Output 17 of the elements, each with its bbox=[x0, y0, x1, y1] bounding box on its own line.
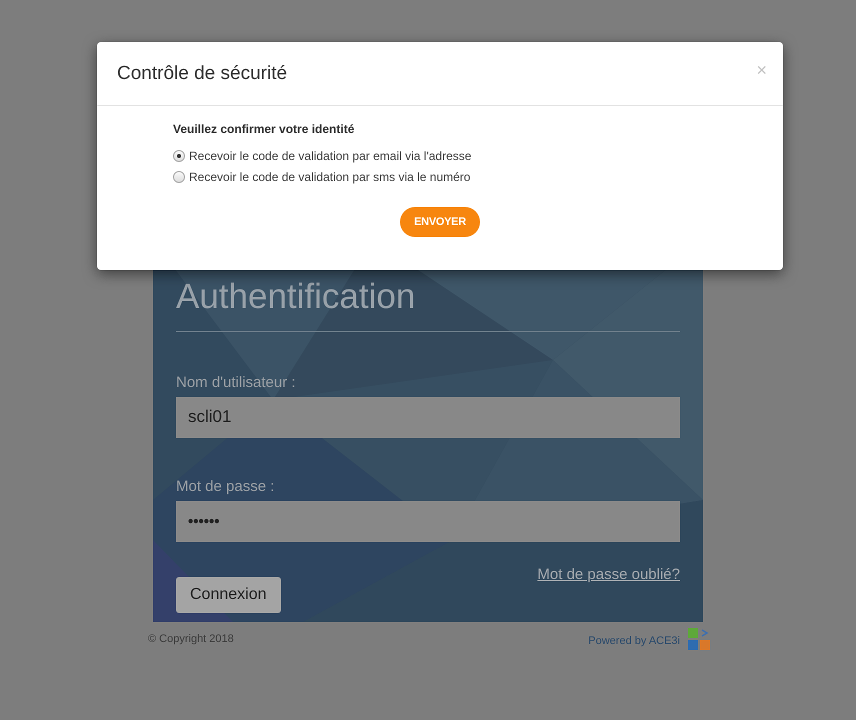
radio-button[interactable] bbox=[173, 150, 185, 162]
username-field[interactable]: scli01 bbox=[176, 396, 680, 438]
field-label: Nom d'utilisateur : bbox=[176, 374, 297, 390]
login-button[interactable]: Connexion bbox=[176, 576, 280, 612]
dialog-title: Contrôle de sécurité bbox=[117, 63, 288, 85]
password-field[interactable]: •••••• bbox=[176, 500, 680, 542]
login-title: Authentification bbox=[176, 278, 416, 316]
field-label: Mot de passe : bbox=[176, 478, 276, 494]
logo-icon bbox=[688, 628, 710, 650]
option-label: Recevoir le code de validation par sms via le numéro bbox=[189, 170, 470, 184]
send-button[interactable]: ENVOYER bbox=[400, 207, 480, 237]
dialog-prompt: Veuillez confirmer votre identité bbox=[173, 122, 356, 136]
copyright-text: © Copyright 2018 bbox=[148, 633, 234, 645]
option-label: Recevoir le code de validation par email via l'adresse bbox=[189, 149, 472, 163]
radio-button[interactable] bbox=[173, 171, 185, 183]
powered-by-text: Powered by ACE3i bbox=[588, 635, 680, 647]
forgot-password-link[interactable]: Mot de passe oublié? bbox=[537, 566, 680, 582]
